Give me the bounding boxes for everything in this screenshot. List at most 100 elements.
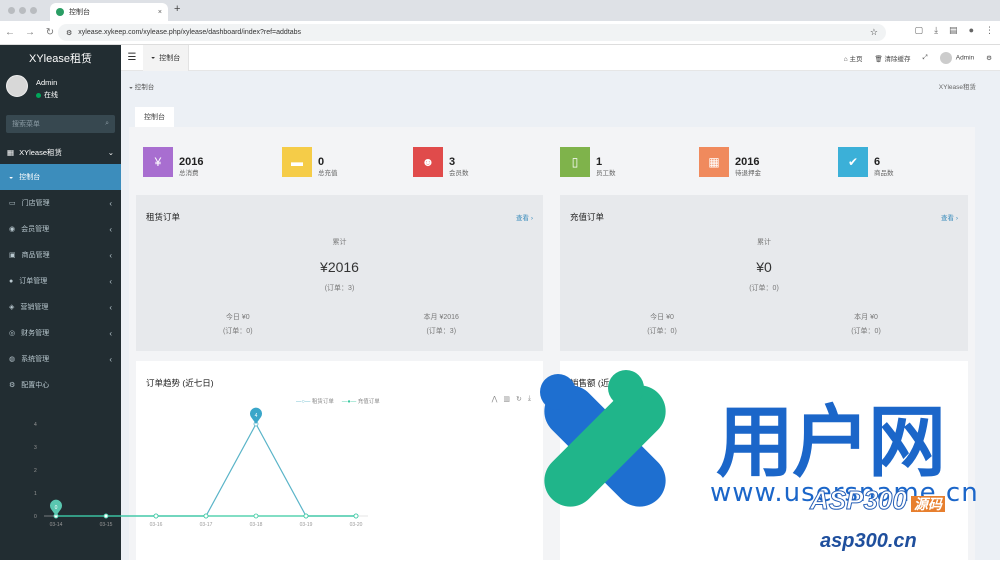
- sidebar-item-orders[interactable]: ● 订单管理 ‹: [0, 268, 121, 294]
- total-label: 累计: [332, 239, 347, 246]
- browser-tab-bar: 控制台 × +: [0, 0, 1000, 21]
- sidebar-item-dashboard[interactable]: ◒ 控制台: [0, 164, 121, 190]
- window-minimize-icon[interactable]: [19, 7, 26, 14]
- sidebar-item-system[interactable]: ◍ 系统管理 ‹: [0, 346, 121, 372]
- total-value: ¥0: [756, 259, 772, 275]
- chevron-left-icon: ‹: [109, 198, 112, 208]
- check-icon: ✔: [838, 147, 868, 177]
- order-trend-chart: 0 1 2 3 4 03-14 03-15 03-16 03-17 03-18 03-19 03-20…: [34, 407, 368, 528]
- line-chart-icon[interactable]: ⋀: [492, 395, 498, 403]
- chevron-left-icon: ‹: [109, 250, 112, 260]
- goods-icon: ▣: [9, 252, 16, 259]
- bookmark-star-icon[interactable]: ☆: [870, 27, 878, 38]
- marketing-icon: ◈: [9, 304, 15, 311]
- x-tick-label: 03-15: [100, 522, 113, 528]
- month-label: 本月 ¥2016: [423, 314, 459, 321]
- browser-tab-title: 控制台: [69, 9, 90, 16]
- menu-group-header[interactable]: ▦ XYlease租赁 ⌄: [0, 141, 121, 164]
- chevron-left-icon: ‹: [109, 328, 112, 338]
- window-close-icon[interactable]: [8, 7, 15, 14]
- sidebar-item-label: 营销管理: [20, 304, 49, 311]
- sidebar-item-finance[interactable]: ◎ 财务管理 ‹: [0, 320, 121, 346]
- breadcrumb-right: XYlease租赁: [938, 84, 976, 91]
- data-point: [153, 513, 159, 519]
- home-link[interactable]: ⌂ 主页: [844, 53, 863, 63]
- sidebar-item-marketing[interactable]: ◈ 营销管理 ‹: [0, 294, 121, 320]
- x-tick-label: 03-18: [250, 522, 263, 528]
- forward-icon[interactable]: →: [20, 27, 40, 38]
- reload-icon[interactable]: ↻: [40, 27, 60, 38]
- gear-icon: ⚙: [9, 382, 16, 389]
- x-tick-label: 03-14: [50, 522, 63, 528]
- new-tab-button[interactable]: +: [174, 3, 180, 15]
- menu-search-input[interactable]: 搜索菜单 ⌕: [6, 115, 115, 133]
- data-point: [253, 513, 259, 519]
- finance-icon: ◎: [9, 330, 16, 337]
- stat-pending-deposit: ▦ 2016 待退押金: [699, 147, 761, 177]
- tab-inner-dashboard[interactable]: 控制台: [135, 107, 174, 127]
- top-navbar: ☰ ◒ 控制台 ⌂ 主页 🗑 清除缓存 ⤢ Admin ⚙: [121, 44, 1000, 71]
- grid-icon: ▦: [7, 148, 15, 157]
- y-tick-label: 0: [34, 514, 37, 520]
- chevron-left-icon: ‹: [109, 302, 112, 312]
- x-tick-label: 03-20: [350, 522, 363, 528]
- app-logo[interactable]: XYlease租赁: [0, 45, 121, 71]
- system-icon: ◍: [9, 356, 16, 363]
- browser-tab[interactable]: 控制台 ×: [50, 3, 168, 21]
- sidebar-item-label: 会员管理: [21, 226, 50, 233]
- breadcrumb: ◒ 控制台: [129, 81, 154, 91]
- back-icon[interactable]: ←: [0, 27, 20, 38]
- address-bar-row: ← → ↻ ⚙ xylease.xykeep.com/xylease.php/x…: [0, 21, 1000, 45]
- stat-label: 待退押金: [735, 170, 761, 177]
- extension-icon[interactable]: ▢: [915, 25, 924, 36]
- data-point: [203, 513, 209, 519]
- sidebar-item-label: 订单管理: [19, 278, 48, 285]
- user-name: Admin: [36, 78, 58, 87]
- user-status-text: 在线: [44, 92, 58, 99]
- stat-label: 会员数: [449, 170, 469, 177]
- profile-icon[interactable]: ●: [969, 25, 974, 36]
- home-label: 主页: [849, 55, 863, 63]
- fullscreen-icon[interactable]: ⤢: [923, 54, 928, 62]
- tab-dashboard[interactable]: ◒ 控制台: [143, 44, 190, 71]
- watermark-cn: 用户网: [716, 398, 946, 488]
- hamburger-icon[interactable]: ☰: [121, 52, 143, 63]
- menu-group-label: XYlease租赁: [19, 148, 63, 157]
- browser-menu-icon[interactable]: ⋮: [985, 25, 994, 36]
- y-tick-label: 1: [34, 491, 37, 497]
- clear-cache-button[interactable]: 🗑 清除缓存: [874, 53, 910, 63]
- site-info-icon[interactable]: ⚙: [66, 29, 72, 37]
- admin-menu[interactable]: Admin: [939, 51, 974, 64]
- card-title: 订单趋势 (近七日): [146, 378, 214, 388]
- store-icon: ▭: [9, 200, 16, 207]
- y-tick-label: 3: [34, 445, 37, 451]
- y-tick-label: 4: [34, 422, 37, 428]
- view-more-link[interactable]: 查看 ›: [941, 212, 958, 222]
- avatar: [6, 75, 28, 97]
- tab-dashboard-label: 控制台: [159, 54, 181, 62]
- url-text: xylease.xykeep.com/xylease.php/xylease/d…: [78, 29, 302, 36]
- search-icon[interactable]: ⌕: [105, 120, 109, 128]
- sidebar-item-stores[interactable]: ▭ 门店管理 ‹: [0, 190, 121, 216]
- order-icon: ●: [9, 277, 14, 285]
- tab-close-icon[interactable]: ×: [158, 9, 162, 16]
- window-maximize-icon[interactable]: [30, 7, 37, 14]
- download-icon[interactable]: ⤓: [934, 25, 938, 36]
- view-more-link[interactable]: 查看 ›: [516, 212, 533, 222]
- sidebar-item-label: 门店管理: [21, 200, 50, 207]
- sidebar-item-goods[interactable]: ▣ 商品管理 ‹: [0, 242, 121, 268]
- x-tick-label: 03-19: [300, 522, 313, 528]
- dashboard-icon: ◒: [151, 54, 156, 61]
- sidebar-panel-icon[interactable]: ▤: [949, 25, 958, 36]
- sidebar-item-members[interactable]: ◉ 会员管理 ‹: [0, 216, 121, 242]
- sidebar-item-config[interactable]: ⚙ 配置中心: [0, 372, 121, 398]
- url-field[interactable]: ⚙ xylease.xykeep.com/xylease.php/xylease…: [58, 24, 886, 41]
- chevron-down-icon: ⌄: [107, 148, 114, 157]
- watermark-asp-site: asp300.cn: [820, 530, 917, 552]
- chevron-left-icon: ‹: [109, 276, 112, 286]
- settings-icon[interactable]: ⚙: [986, 54, 992, 62]
- stat-label: 总充值: [318, 170, 338, 177]
- today-orders: (订单：0): [222, 328, 253, 335]
- chevron-left-icon: ‹: [109, 224, 112, 234]
- box-icon: ▬: [282, 147, 312, 177]
